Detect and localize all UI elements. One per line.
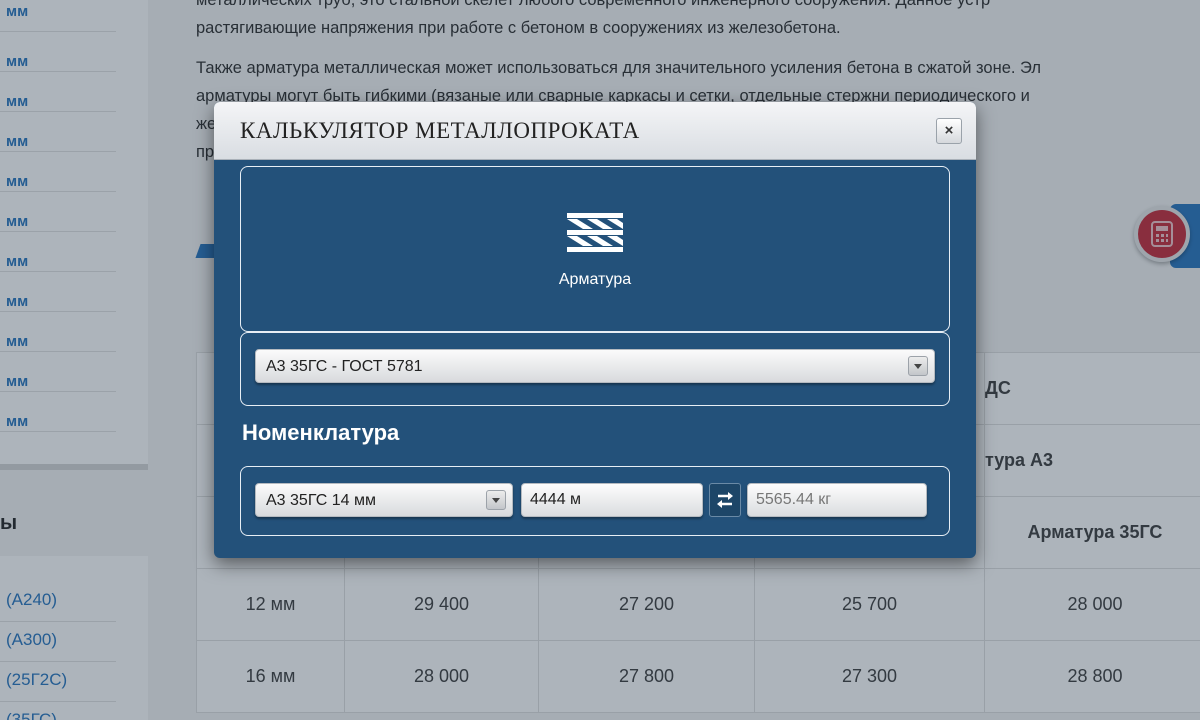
chevron-down-icon[interactable] (908, 356, 928, 376)
weight-input[interactable] (747, 483, 927, 517)
nomenclature-panel: А3 35ГС 14 мм (240, 466, 950, 536)
grade-select[interactable]: А3 35ГС - ГОСТ 5781 (255, 349, 935, 383)
grade-panel: А3 35ГС - ГОСТ 5781 (240, 332, 950, 406)
product-type-panel: Арматура (240, 166, 950, 332)
swap-button[interactable] (709, 483, 741, 517)
rebar-icon[interactable] (567, 213, 623, 253)
dialog-header: КАЛЬКУЛЯТОР МЕТАЛЛОПРОКАТА × (214, 102, 976, 160)
chevron-down-icon[interactable] (486, 490, 506, 510)
grade-select-value: А3 35ГС - ГОСТ 5781 (266, 358, 423, 375)
swap-arrows-icon (717, 492, 733, 508)
dialog-title: КАЛЬКУЛЯТОР МЕТАЛЛОПРОКАТА (240, 118, 640, 143)
size-select-value: А3 35ГС 14 мм (266, 492, 376, 509)
size-select[interactable]: А3 35ГС 14 мм (255, 483, 513, 517)
length-input[interactable] (521, 483, 703, 517)
metal-calculator-dialog: КАЛЬКУЛЯТОР МЕТАЛЛОПРОКАТА × Арматура А3… (214, 102, 976, 558)
nomenclature-heading: Номенклатура (242, 420, 400, 445)
close-button[interactable]: × (936, 118, 962, 144)
product-type-label: Арматура (558, 271, 632, 288)
